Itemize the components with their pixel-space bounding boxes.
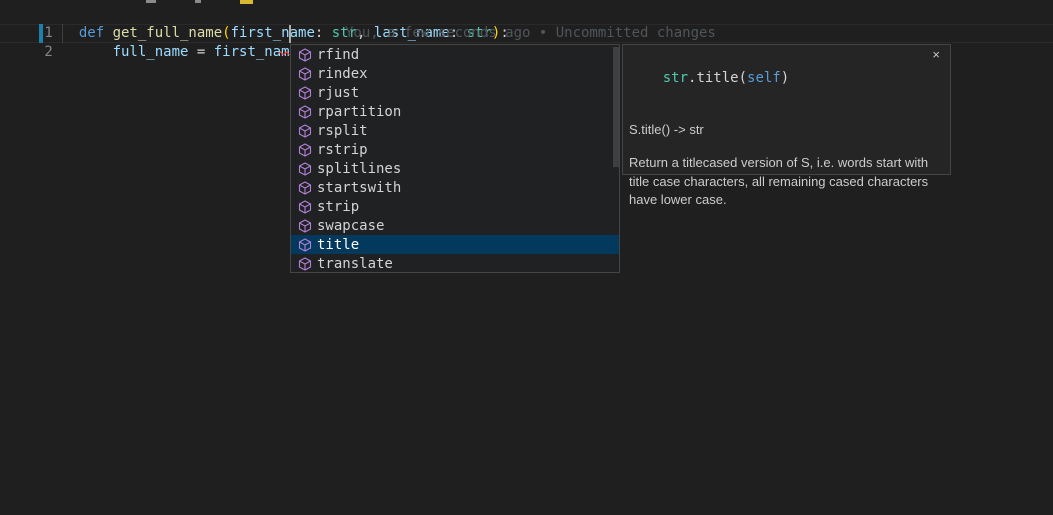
suggestion-splitlines[interactable]: splitlines: [291, 159, 619, 178]
code-line-2[interactable]: 2 full_name = first_name.: [0, 24, 306, 43]
docs-description: Return a titlecased version of S, i.e. w…: [629, 154, 931, 210]
suggestion-label: rstrip: [317, 142, 368, 158]
modified-line-gutter-indicator: [39, 24, 43, 43]
indent: [79, 44, 113, 60]
docs-summary: S.title() -> str: [629, 121, 942, 139]
suggestion-label: translate: [317, 256, 393, 272]
docs-signature: str.title(self): [629, 50, 942, 107]
suggestion-rpartition[interactable]: rpartition: [291, 102, 619, 121]
method-icon: [297, 256, 313, 272]
sig-title: .title(: [688, 70, 747, 86]
suggestion-label: swapcase: [317, 218, 384, 234]
suggestion-label: rpartition: [317, 104, 401, 120]
suggestion-label: startswith: [317, 180, 401, 196]
clipped-line-fragment: [146, 0, 156, 3]
indent-guide: [62, 24, 63, 43]
editor-root: { "editor": { "line1": { "num": "1", "kw…: [0, 0, 1053, 515]
method-icon: [297, 85, 313, 101]
method-icon: [297, 123, 313, 139]
suggestion-label: strip: [317, 199, 359, 215]
sig-close-paren: ): [781, 70, 789, 86]
clipped-line-fragment: [195, 0, 201, 3]
line-number-2: 2: [17, 43, 53, 62]
suggestion-rindex[interactable]: rindex: [291, 64, 619, 83]
sig-self: self: [747, 70, 781, 86]
suggestion-label: splitlines: [317, 161, 401, 177]
suggestion-label: rjust: [317, 85, 359, 101]
suggestion-rstrip[interactable]: rstrip: [291, 140, 619, 159]
clipped-line-fragment: [240, 0, 253, 4]
var-full-name: full_name: [113, 44, 189, 60]
method-icon: [297, 218, 313, 234]
suggestion-label: rfind: [317, 47, 359, 63]
suggest-widget: rfind rindex rjust rpartition rsplit rst…: [290, 44, 620, 273]
suggest-docs-panel: × str.title(self) S.title() -> str Retur…: [622, 44, 951, 175]
method-icon: [297, 161, 313, 177]
method-icon: [297, 180, 313, 196]
close-icon[interactable]: ×: [932, 48, 940, 61]
suggestion-label: title: [317, 237, 359, 253]
gitlens-blame-annotation: You, a few seconds ago • Uncommitted cha…: [345, 24, 716, 43]
method-icon: [297, 66, 313, 82]
suggestion-label: rsplit: [317, 123, 368, 139]
suggestion-startswith[interactable]: startswith: [291, 178, 619, 197]
colon: :: [315, 25, 332, 41]
method-icon: [297, 47, 313, 63]
suggestion-strip[interactable]: strip: [291, 197, 619, 216]
sig-str: str: [663, 70, 688, 86]
suggestion-title-selected[interactable]: title: [291, 235, 619, 254]
method-icon: [297, 142, 313, 158]
method-icon: [297, 104, 313, 120]
equals-op: =: [188, 44, 213, 60]
method-icon: [297, 237, 313, 253]
suggestion-label: rindex: [317, 66, 368, 82]
code-line-1[interactable]: 1def get_full_name(first_name: str, last…: [0, 5, 509, 24]
suggestion-rsplit[interactable]: rsplit: [291, 121, 619, 140]
suggestion-rfind[interactable]: rfind: [291, 45, 619, 64]
suggestion-translate[interactable]: translate: [291, 254, 619, 273]
suggest-list-scrollbar[interactable]: [613, 47, 619, 167]
suggestion-swapcase[interactable]: swapcase: [291, 216, 619, 235]
suggestion-rjust[interactable]: rjust: [291, 83, 619, 102]
method-icon: [297, 199, 313, 215]
